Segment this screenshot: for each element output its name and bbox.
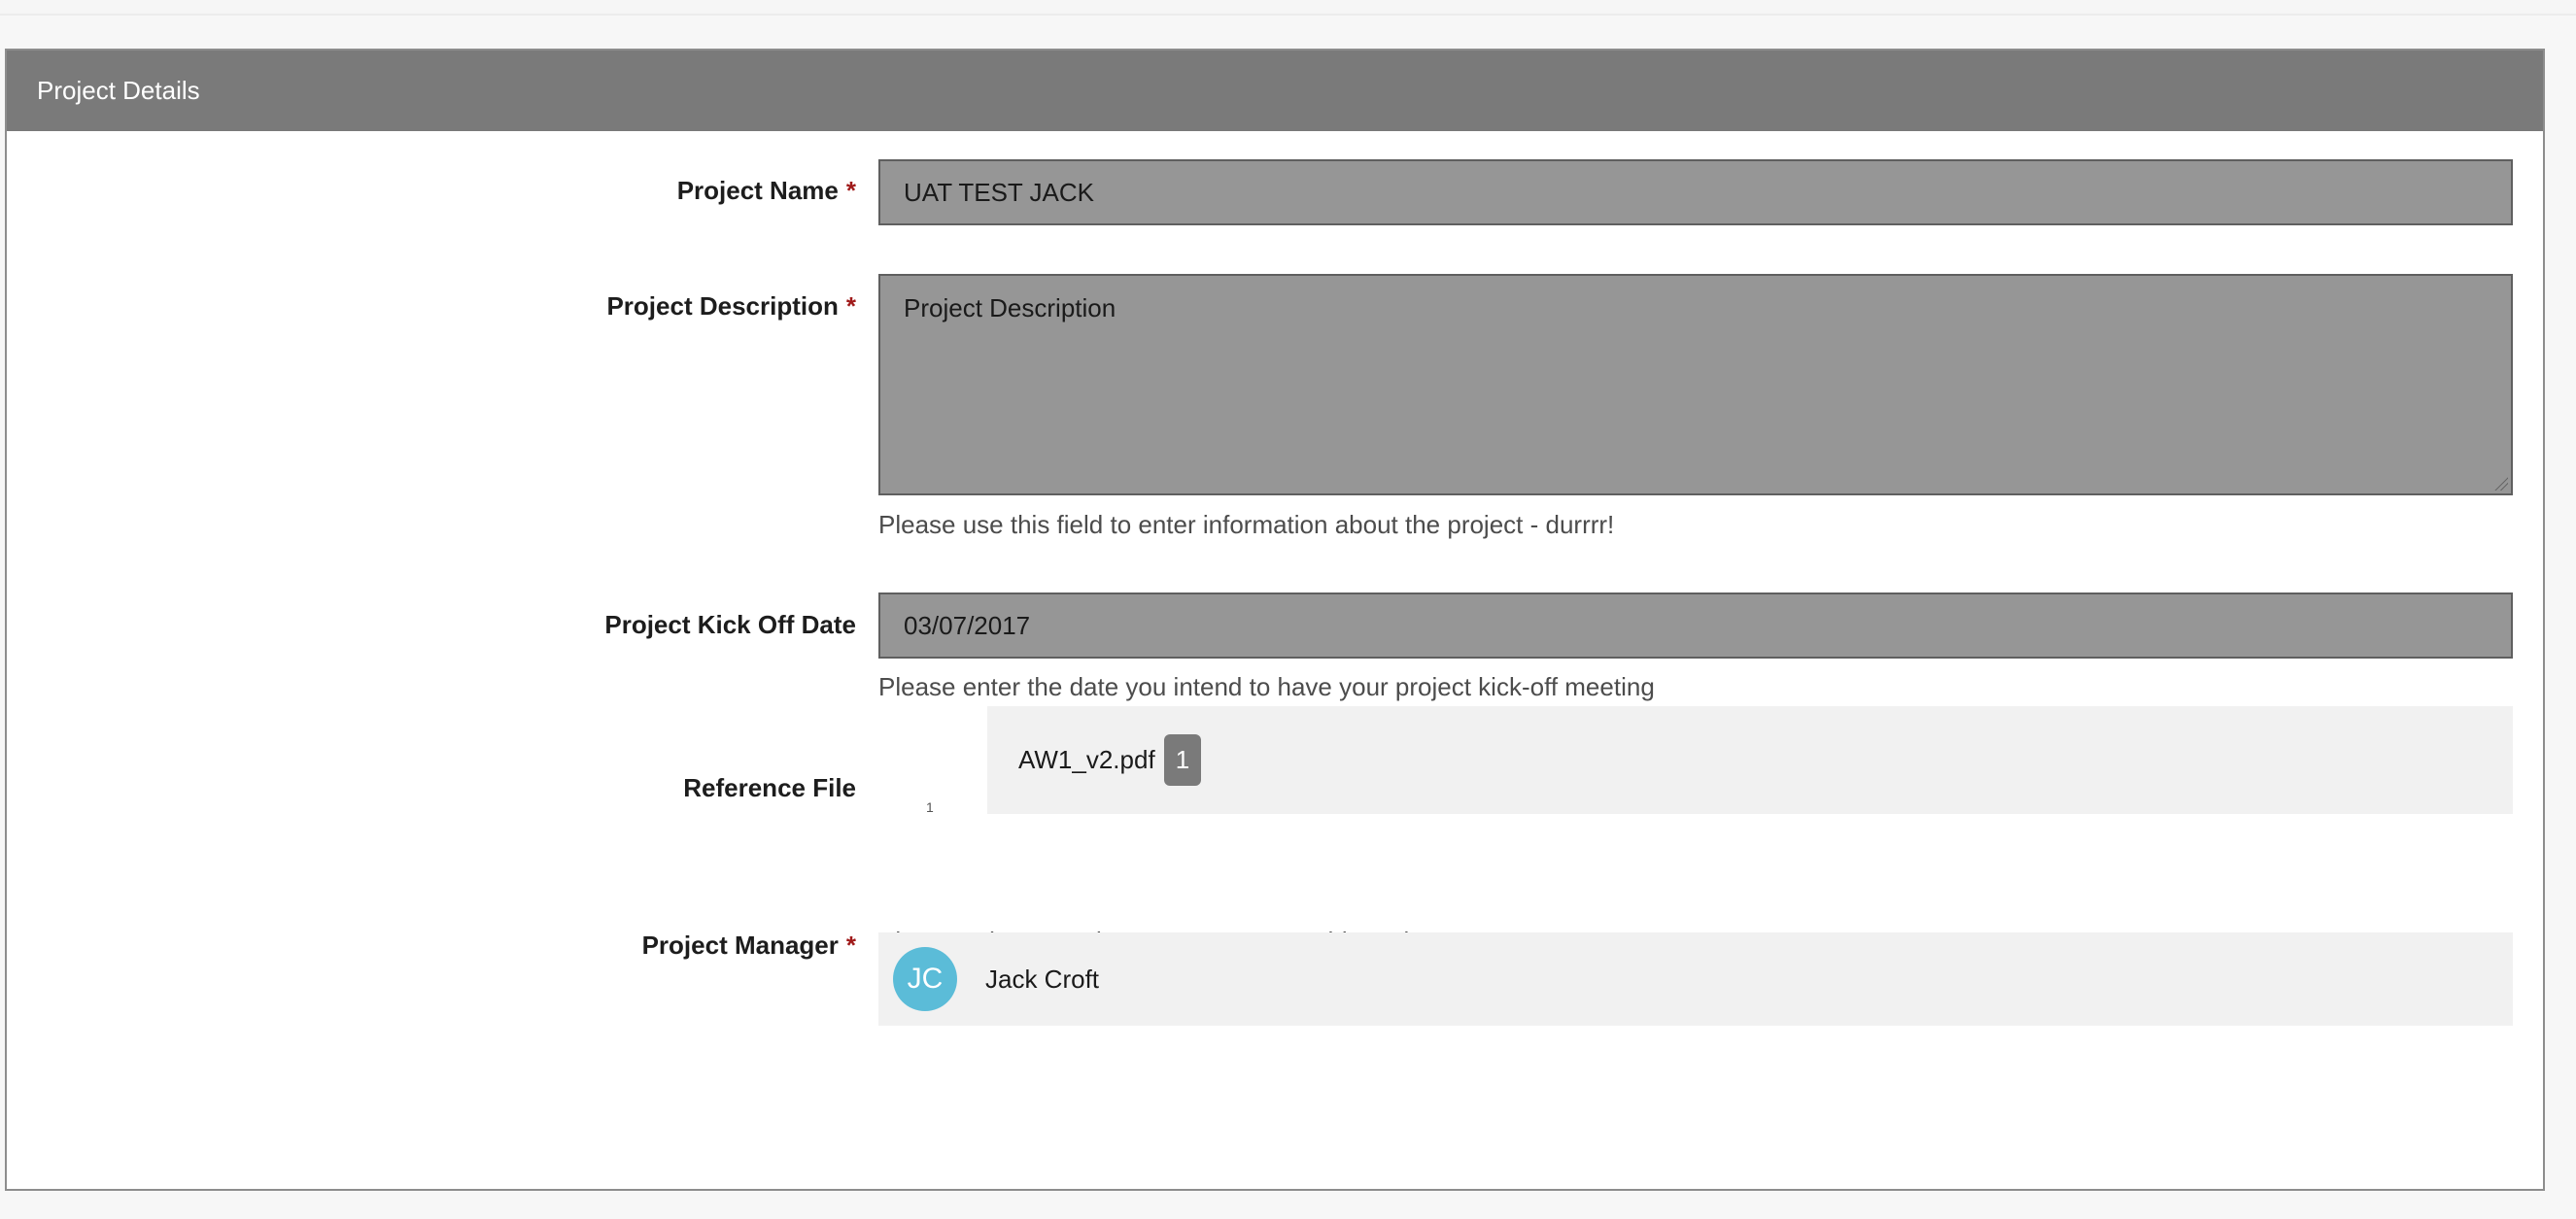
- file-name[interactable]: AW1_v2.pdf: [1018, 706, 1155, 814]
- project-description-help: Please use this field to enter informati…: [878, 510, 1615, 539]
- project-description-label: Project Description *: [606, 291, 856, 321]
- required-mark: *: [845, 931, 856, 960]
- required-mark: *: [845, 176, 856, 205]
- reference-file-item[interactable]: AW1_v2.pdf 1: [987, 706, 2513, 814]
- kickoff-date-label: Project Kick Off Date: [604, 610, 856, 639]
- project-description-textarea[interactable]: Project Description: [878, 274, 2513, 495]
- project-manager-selection[interactable]: JC Jack Croft: [878, 932, 2513, 1026]
- top-bar: [0, 0, 2576, 16]
- project-manager-name: Jack Croft: [985, 965, 1100, 994]
- reference-file-label: Reference File: [683, 773, 856, 802]
- file-version-badge: 1: [1164, 734, 1201, 786]
- kickoff-date-help: Please enter the date you intend to have…: [878, 672, 1655, 701]
- project-name-input[interactable]: UAT TEST JACK: [878, 159, 2513, 225]
- project-name-label: Project Name *: [676, 176, 856, 205]
- file-icon: 1: [926, 799, 934, 815]
- required-mark: *: [845, 291, 856, 321]
- avatar: JC: [893, 947, 957, 1011]
- panel-title: Project Details: [7, 51, 2543, 131]
- project-manager-label: Project Manager *: [641, 931, 856, 960]
- resize-handle-icon[interactable]: [2494, 477, 2508, 491]
- kickoff-date-input[interactable]: 03/07/2017: [878, 593, 2513, 659]
